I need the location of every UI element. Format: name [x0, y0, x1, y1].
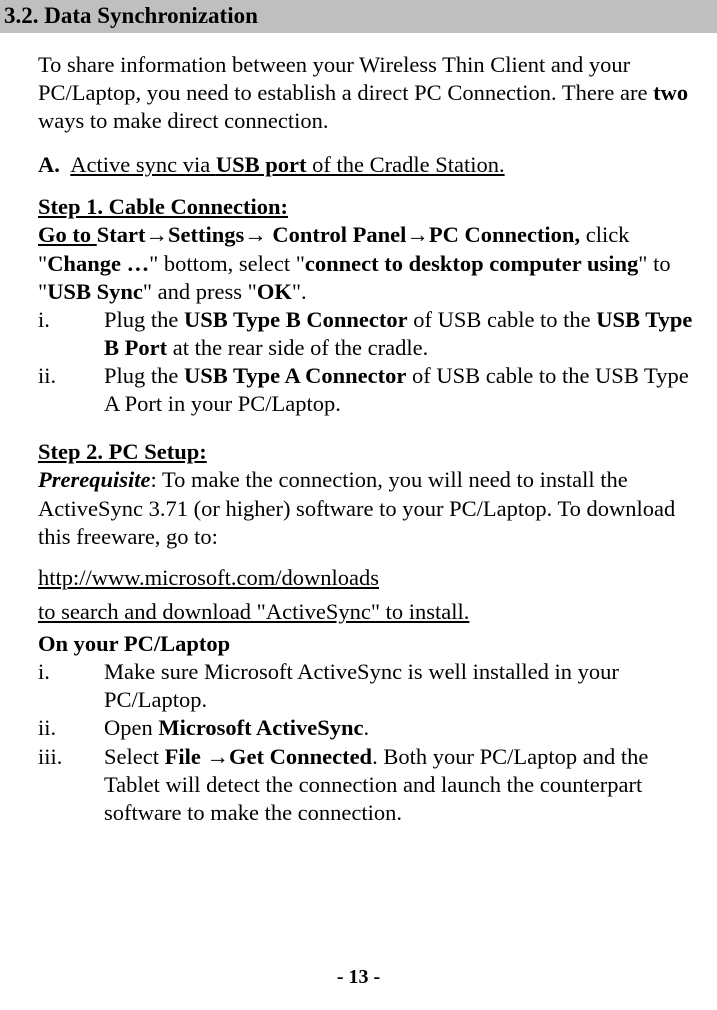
- s1-i-b1: USB Type B Connector: [184, 307, 408, 332]
- intro-paragraph: To share information between your Wirele…: [38, 51, 707, 135]
- step1-connect-using: connect to desktop computer using: [305, 251, 638, 276]
- A-text-post: of the Cradle Station.: [307, 152, 505, 177]
- s1-ii-pre: Plug the: [104, 363, 184, 388]
- A-usb-port: USB port: [216, 152, 307, 177]
- step1-navigation-line: Go to Start→Settings→ Control Panel→PC C…: [38, 221, 707, 305]
- list-item: i. Plug the USB Type B Connector of USB …: [38, 306, 707, 362]
- roman-marker-i: i.: [38, 658, 104, 714]
- step2-roman-list: i. Make sure Microsoft ActiveSync is wel…: [38, 658, 707, 827]
- s1-i-mid: of USB cable to the: [408, 307, 597, 332]
- step2-item-iii-content: Select File →Get Connected. Both your PC…: [104, 743, 707, 827]
- step1-path: Start→Settings→ Control Panel→PC Connect…: [97, 222, 586, 247]
- s1-i-post: at the rear side of the cradle.: [167, 335, 428, 360]
- section-heading: 3.2. Data Synchronization: [0, 0, 717, 33]
- step1-and-press: " and press ": [143, 279, 257, 304]
- prerequisite-label: Prerequisite: [38, 467, 151, 492]
- s2-ii-pre: Open: [104, 715, 158, 740]
- A-text-pre: Active sync via: [70, 152, 216, 177]
- s2-ii-b1: Microsoft ActiveSync: [158, 715, 363, 740]
- s2-iii-b1: File →Get Connected: [165, 744, 372, 769]
- page-number: - 13 -: [0, 965, 717, 990]
- step1-change: Change …: [47, 251, 149, 276]
- step2-item-i-content: Make sure Microsoft ActiveSync is well i…: [104, 658, 707, 714]
- roman-marker-ii: ii.: [38, 714, 104, 742]
- marker-A: A.: [38, 152, 66, 177]
- step2-item-ii-content: Open Microsoft ActiveSync.: [104, 714, 707, 742]
- step2-prerequisite: Prerequisite: To make the connection, yo…: [38, 466, 707, 550]
- on-your-pc-label: On your PC/Laptop: [38, 630, 707, 658]
- intro-post: ways to make direct connection.: [38, 108, 329, 133]
- search-download-line: to search and download "ActiveSync" to i…: [38, 598, 707, 626]
- step1-title: Step 1. Cable Connection:: [38, 193, 707, 221]
- spacer: [38, 418, 707, 438]
- download-url[interactable]: http://www.microsoft.com/downloads: [38, 564, 379, 592]
- step1-ok: OK: [257, 279, 292, 304]
- s2-ii-post: .: [364, 715, 370, 740]
- s2-iii-pre: Select: [104, 744, 165, 769]
- roman-marker-i: i.: [38, 306, 104, 362]
- intro-bold-two: two: [653, 80, 688, 105]
- step1-item-ii-content: Plug the USB Type A Connector of USB cab…: [104, 362, 707, 418]
- page-container: 3.2. Data Synchronization To share infor…: [0, 0, 717, 1010]
- step1-item-i-content: Plug the USB Type B Connector of USB cab…: [104, 306, 707, 362]
- list-item: ii. Open Microsoft ActiveSync.: [38, 714, 707, 742]
- step1-roman-list: i. Plug the USB Type B Connector of USB …: [38, 306, 707, 419]
- intro-pre: To share information between your Wirele…: [38, 52, 653, 105]
- list-item: ii. Plug the USB Type A Connector of USB…: [38, 362, 707, 418]
- list-item: i. Make sure Microsoft ActiveSync is wel…: [38, 658, 707, 714]
- roman-marker-ii: ii.: [38, 362, 104, 418]
- step1-bottom-select: " bottom, select ": [149, 251, 305, 276]
- step2-title: Step 2. PC Setup:: [38, 438, 707, 466]
- roman-marker-iii: iii.: [38, 743, 104, 827]
- s1-ii-b1: USB Type A Connector: [184, 363, 406, 388]
- step1-go-to: Go to: [38, 222, 97, 247]
- A-underline-segment: Active sync via USB port of the Cradle S…: [70, 152, 504, 177]
- list-item: iii. Select File →Get Connected. Both yo…: [38, 743, 707, 827]
- s1-i-pre: Plug the: [104, 307, 184, 332]
- step1-usb-sync: USB Sync: [47, 279, 143, 304]
- url-line-wrapper: http://www.microsoft.com/downloads: [38, 561, 707, 594]
- step1-end: ".: [292, 279, 307, 304]
- body-area: To share information between your Wirele…: [0, 33, 717, 827]
- list-item-A: A. Active sync via USB port of the Cradl…: [38, 151, 707, 179]
